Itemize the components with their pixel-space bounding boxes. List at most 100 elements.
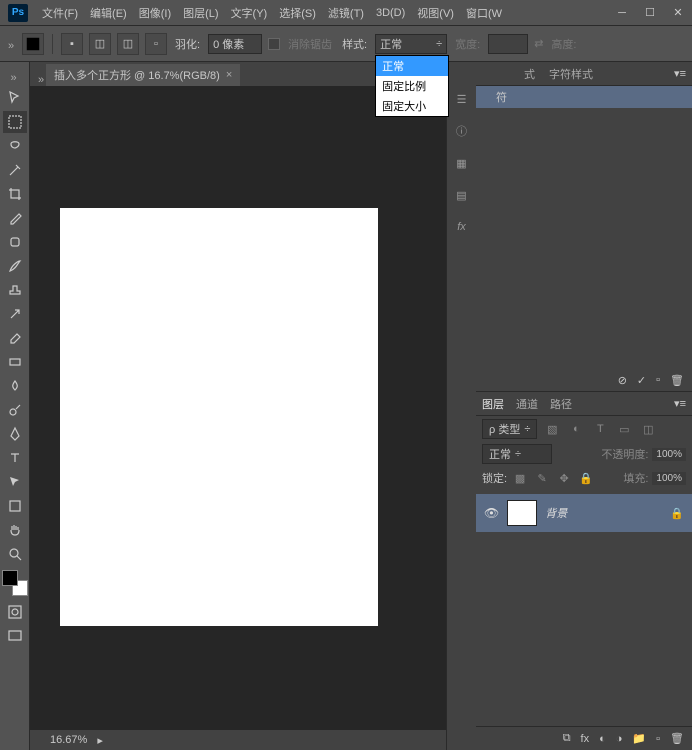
blur-tool[interactable]: [3, 375, 27, 397]
heal-tool[interactable]: [3, 231, 27, 253]
char-tab-1[interactable]: 式: [524, 66, 535, 82]
menu-view[interactable]: 视图(V): [411, 0, 460, 26]
pen-tool[interactable]: [3, 423, 27, 445]
menu-image[interactable]: 图像(I): [133, 0, 177, 26]
width-input: [488, 34, 528, 54]
expand-icon[interactable]: »: [8, 36, 16, 52]
filter-smart-icon[interactable]: ◫: [639, 421, 657, 437]
status-expand-icon[interactable]: ▸: [97, 734, 103, 747]
filter-shape-icon[interactable]: ▭: [615, 421, 633, 437]
char-tab-2[interactable]: 字符样式: [549, 66, 593, 82]
fx-icon[interactable]: fx: [581, 733, 590, 745]
tab-channels[interactable]: 通道: [516, 396, 538, 412]
tab-paths[interactable]: 路径: [550, 396, 572, 412]
tool-preset-icon[interactable]: [22, 33, 44, 55]
filter-pixel-icon[interactable]: ▧: [543, 421, 561, 437]
opacity-value[interactable]: 100%: [652, 448, 686, 461]
style-option-fixed[interactable]: 固定大小: [376, 96, 448, 116]
menu-filter[interactable]: 滤镜(T): [322, 0, 370, 26]
style-option-ratio[interactable]: 固定比例: [376, 76, 448, 96]
new-layer-icon[interactable]: ▫: [656, 733, 660, 745]
close-button[interactable]: ✕: [664, 2, 692, 24]
check-icon[interactable]: ✓: [637, 374, 646, 387]
dodge-tool[interactable]: [3, 399, 27, 421]
style-dropdown: 正常 固定比例 固定大小: [375, 55, 449, 117]
eyedropper-tool[interactable]: [3, 207, 27, 229]
blend-mode-select[interactable]: 正常÷: [482, 444, 552, 464]
group-icon[interactable]: 📁: [632, 732, 646, 745]
antialias-checkbox[interactable]: [268, 38, 280, 50]
tab-close-icon[interactable]: ×: [226, 69, 232, 81]
gradient-tool[interactable]: [3, 351, 27, 373]
tab-expand-icon[interactable]: »: [38, 70, 46, 86]
selection-add-icon[interactable]: ◫: [89, 33, 111, 55]
feather-input[interactable]: [208, 34, 262, 54]
menu-file[interactable]: 文件(F): [36, 0, 84, 26]
mask-icon[interactable]: ◐: [599, 733, 606, 745]
filter-text-icon[interactable]: T: [591, 421, 609, 437]
minimize-button[interactable]: ─: [608, 2, 636, 24]
selection-intersect-icon[interactable]: ▫: [145, 33, 167, 55]
lock-transparent-icon[interactable]: ▩: [511, 470, 529, 486]
canvas-area[interactable]: [30, 86, 446, 730]
menu-select[interactable]: 选择(S): [273, 0, 322, 26]
history-panel-icon[interactable]: ☰: [450, 88, 474, 110]
zoom-level[interactable]: 16.67%: [50, 734, 87, 746]
filter-adjust-icon[interactable]: ◐: [567, 421, 585, 437]
shape-tool[interactable]: [3, 495, 27, 517]
move-tool[interactable]: [3, 87, 27, 109]
trash-icon[interactable]: 🗑: [670, 374, 684, 387]
menu-window[interactable]: 窗口(W: [460, 0, 508, 26]
quickmask-tool[interactable]: [3, 601, 27, 623]
history-brush-tool[interactable]: [3, 303, 27, 325]
lock-paint-icon[interactable]: ✎: [533, 470, 551, 486]
layer-lock-icon[interactable]: 🔒: [670, 507, 684, 520]
brush-tool[interactable]: [3, 255, 27, 277]
maximize-button[interactable]: ☐: [636, 2, 664, 24]
layer-thumbnail[interactable]: [507, 500, 537, 526]
info-panel-icon[interactable]: ⓘ: [450, 120, 474, 142]
styles-panel-icon[interactable]: fx: [450, 216, 474, 238]
link-icon[interactable]: ⧉: [563, 732, 571, 745]
layer-row[interactable]: 👁 背景 🔒: [476, 494, 692, 532]
screenmode-tool[interactable]: [3, 625, 27, 647]
canvas[interactable]: [60, 208, 378, 626]
menu-type[interactable]: 文字(Y): [225, 0, 274, 26]
lock-all-icon[interactable]: 🔒: [577, 470, 595, 486]
clear-icon[interactable]: ⊘: [618, 374, 627, 387]
color-panel-icon[interactable]: ▦: [450, 152, 474, 174]
wand-tool[interactable]: [3, 159, 27, 181]
delete-layer-icon[interactable]: 🗑: [670, 732, 684, 745]
filter-kind-select[interactable]: ρ 类型÷: [482, 419, 537, 439]
menu-layer[interactable]: 图层(L): [177, 0, 224, 26]
crop-tool[interactable]: [3, 183, 27, 205]
style-select[interactable]: 正常÷ 正常 固定比例 固定大小: [375, 34, 447, 54]
lock-position-icon[interactable]: ✥: [555, 470, 573, 486]
fill-value[interactable]: 100%: [652, 472, 686, 485]
color-swatches[interactable]: [2, 570, 28, 596]
stamp-tool[interactable]: [3, 279, 27, 301]
new-icon[interactable]: ▫: [656, 374, 660, 386]
hand-tool[interactable]: [3, 519, 27, 541]
selection-sub-icon[interactable]: ◫: [117, 33, 139, 55]
style-option-normal[interactable]: 正常: [376, 56, 448, 76]
menu-3d[interactable]: 3D(D): [370, 0, 411, 26]
path-tool[interactable]: [3, 471, 27, 493]
text-tool[interactable]: [3, 447, 27, 469]
swatches-panel-icon[interactable]: ▤: [450, 184, 474, 206]
layer-name[interactable]: 背景: [545, 505, 567, 521]
tab-layers[interactable]: 图层: [482, 396, 504, 412]
zoom-tool[interactable]: [3, 543, 27, 565]
panel-menu-icon[interactable]: ▾≡: [674, 67, 686, 80]
marquee-tool[interactable]: [3, 111, 27, 133]
menu-edit[interactable]: 编辑(E): [84, 0, 133, 26]
visibility-icon[interactable]: 👁: [484, 506, 499, 520]
eraser-tool[interactable]: [3, 327, 27, 349]
document-tab[interactable]: 插入多个正方形 @ 16.7%(RGB/8) ×: [46, 64, 240, 86]
adjustment-icon[interactable]: ◑: [616, 733, 623, 745]
selection-new-icon[interactable]: ▪: [61, 33, 83, 55]
toolbar-expand-icon[interactable]: »: [11, 68, 19, 84]
paragraph-style-row[interactable]: 符: [476, 86, 692, 108]
layers-menu-icon[interactable]: ▾≡: [674, 397, 686, 410]
lasso-tool[interactable]: [3, 135, 27, 157]
